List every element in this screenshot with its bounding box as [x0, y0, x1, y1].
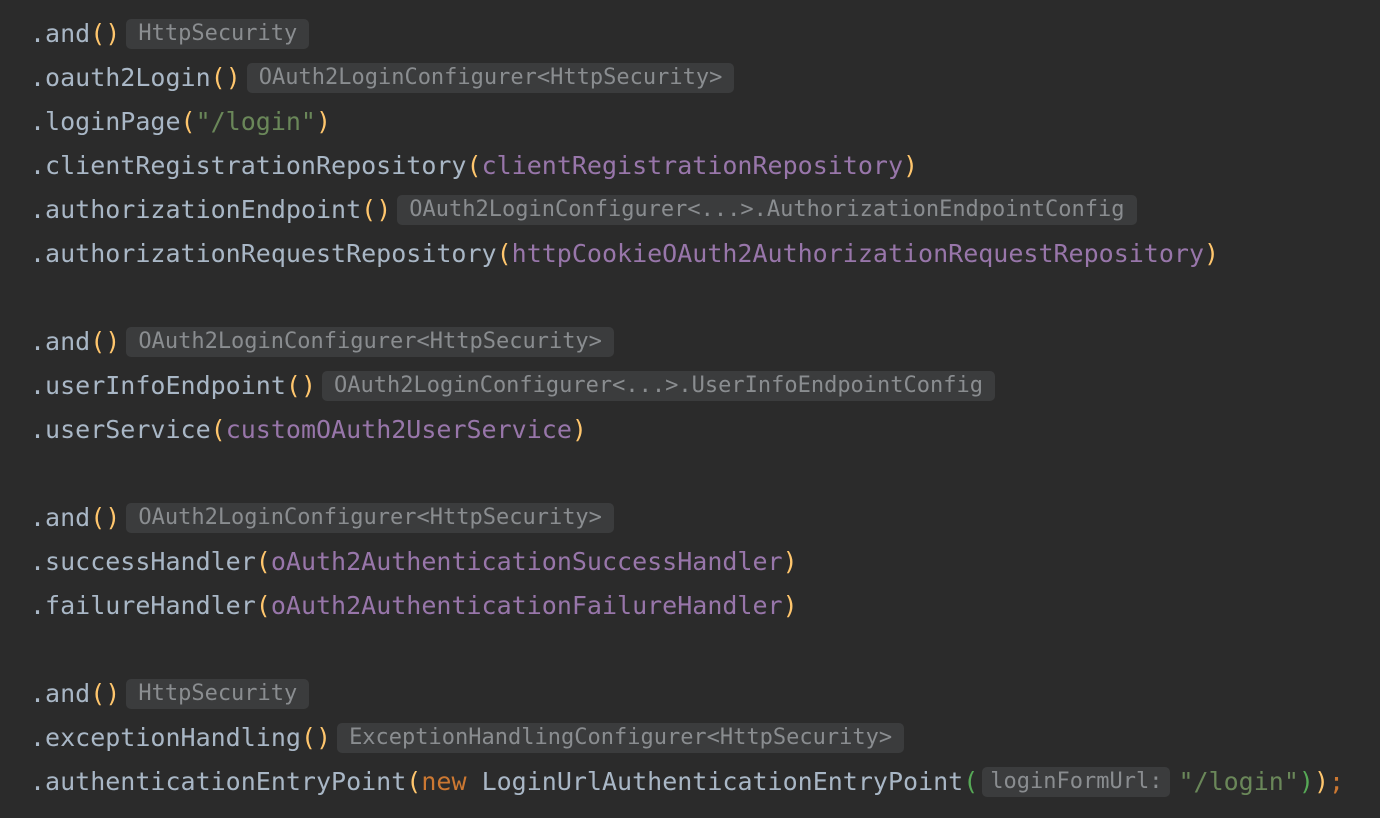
- parameter-hint: loginFormUrl:: [982, 767, 1171, 797]
- close-paren: ): [316, 107, 332, 136]
- open-paren: (: [210, 63, 226, 92]
- keyword-new: new: [421, 767, 467, 796]
- method-name: .clientRegistrationRepository: [30, 151, 467, 180]
- open-paren: (: [90, 327, 106, 356]
- close-paren: ): [225, 63, 241, 92]
- open-paren: (: [361, 195, 377, 224]
- type-hint: OAuth2LoginConfigurer<HttpSecurity>: [246, 63, 735, 93]
- open-paren: (: [255, 547, 271, 576]
- code-line[interactable]: .and() HttpSecurity: [30, 16, 310, 52]
- type-hint: ExceptionHandlingConfigurer<HttpSecurity…: [337, 723, 905, 753]
- code-editor[interactable]: .and() HttpSecurity .oauth2Login() OAuth2L…: [0, 0, 1380, 818]
- field-reference: oAuth2AuthenticationSuccessHandler: [270, 547, 783, 576]
- field-reference: customOAuth2UserService: [225, 415, 572, 444]
- open-paren: (: [90, 19, 106, 48]
- close-paren: ): [105, 327, 121, 356]
- method-name: .and: [30, 679, 91, 708]
- open-paren: (: [466, 151, 482, 180]
- field-reference: httpCookieOAuth2AuthorizationRequestRepo…: [511, 239, 1205, 268]
- method-name: .and: [30, 19, 91, 48]
- semicolon: ;: [1329, 767, 1345, 796]
- code-line[interactable]: .and() OAuth2LoginConfigurer<HttpSecurity…: [30, 324, 614, 360]
- code-line[interactable]: .and() OAuth2LoginConfigurer<HttpSecurity…: [30, 500, 614, 536]
- method-name: .authenticationEntryPoint: [30, 767, 407, 796]
- open-paren: (: [406, 767, 422, 796]
- type-hint: HttpSecurity: [126, 679, 310, 709]
- code-line[interactable]: .loginPage("/login"): [30, 104, 331, 140]
- close-paren: ): [105, 679, 121, 708]
- method-name: .failureHandler: [30, 591, 256, 620]
- close-paren: ): [316, 723, 332, 752]
- close-paren: ): [903, 151, 919, 180]
- type-hint: OAuth2LoginConfigurer<...>.Authorization…: [397, 195, 1137, 225]
- open-paren: (: [210, 415, 226, 444]
- method-name: .oauth2Login: [30, 63, 211, 92]
- code-line[interactable]: .authorizationEndpoint() OAuth2LoginConfi…: [30, 192, 1137, 228]
- method-name: .userService: [30, 415, 211, 444]
- type-hint: OAuth2LoginConfigurer<...>.UserInfoEndpo…: [322, 371, 996, 401]
- open-paren: (: [285, 371, 301, 400]
- close-paren: ): [300, 371, 316, 400]
- open-paren: (: [90, 679, 106, 708]
- close-paren: ): [1204, 239, 1220, 268]
- code-line[interactable]: .userService(customOAuth2UserService): [30, 412, 587, 448]
- close-paren: ): [1298, 767, 1314, 796]
- method-name: .authorizationRequestRepository: [30, 239, 497, 268]
- close-paren: ): [782, 547, 798, 576]
- open-paren: (: [255, 591, 271, 620]
- close-paren: ): [571, 415, 587, 444]
- method-name: .userInfoEndpoint: [30, 371, 286, 400]
- code-line[interactable]: .userInfoEndpoint() OAuth2LoginConfigurer…: [30, 368, 996, 404]
- method-name: .and: [30, 503, 91, 532]
- close-paren: ): [782, 591, 798, 620]
- method-name: .successHandler: [30, 547, 256, 576]
- close-paren: ): [105, 19, 121, 48]
- close-paren: ): [1313, 767, 1330, 796]
- open-paren: (: [180, 107, 196, 136]
- type-hint: OAuth2LoginConfigurer<HttpSecurity>: [126, 503, 614, 533]
- type-hint: OAuth2LoginConfigurer<HttpSecurity>: [126, 327, 614, 357]
- class-name: LoginUrlAuthenticationEntryPoint: [481, 767, 964, 796]
- method-name: .authorizationEndpoint: [30, 195, 362, 224]
- code-line[interactable]: .clientRegistrationRepository(clientRegi…: [30, 148, 918, 184]
- code-line[interactable]: .authenticationEntryPoint(new LoginUrlAu…: [30, 764, 1344, 800]
- string-literal: "/login": [195, 107, 316, 136]
- code-line[interactable]: .failureHandler(oAuth2AuthenticationFail…: [30, 588, 798, 624]
- code-line[interactable]: .successHandler(oAuth2AuthenticationSucc…: [30, 544, 798, 580]
- close-paren: ): [376, 195, 392, 224]
- open-paren: (: [963, 767, 979, 796]
- code-line[interactable]: .exceptionHandling() ExceptionHandlingCon…: [30, 720, 905, 756]
- method-name: .loginPage: [30, 107, 181, 136]
- open-paren: (: [90, 503, 106, 532]
- field-reference: oAuth2AuthenticationFailureHandler: [270, 591, 783, 620]
- method-name: .exceptionHandling: [30, 723, 301, 752]
- code-line[interactable]: .and() HttpSecurity: [30, 676, 310, 712]
- open-paren: (: [300, 723, 316, 752]
- code-line[interactable]: .oauth2Login() OAuth2LoginConfigurer<Http…: [30, 60, 735, 96]
- code-line[interactable]: .authorizationRequestRepository(httpCook…: [30, 236, 1219, 272]
- open-paren: (: [496, 239, 512, 268]
- method-name: .and: [30, 327, 91, 356]
- string-literal: "/login": [1178, 767, 1299, 796]
- field-reference: clientRegistrationRepository: [481, 151, 903, 180]
- type-hint: HttpSecurity: [126, 19, 310, 49]
- close-paren: ): [105, 503, 121, 532]
